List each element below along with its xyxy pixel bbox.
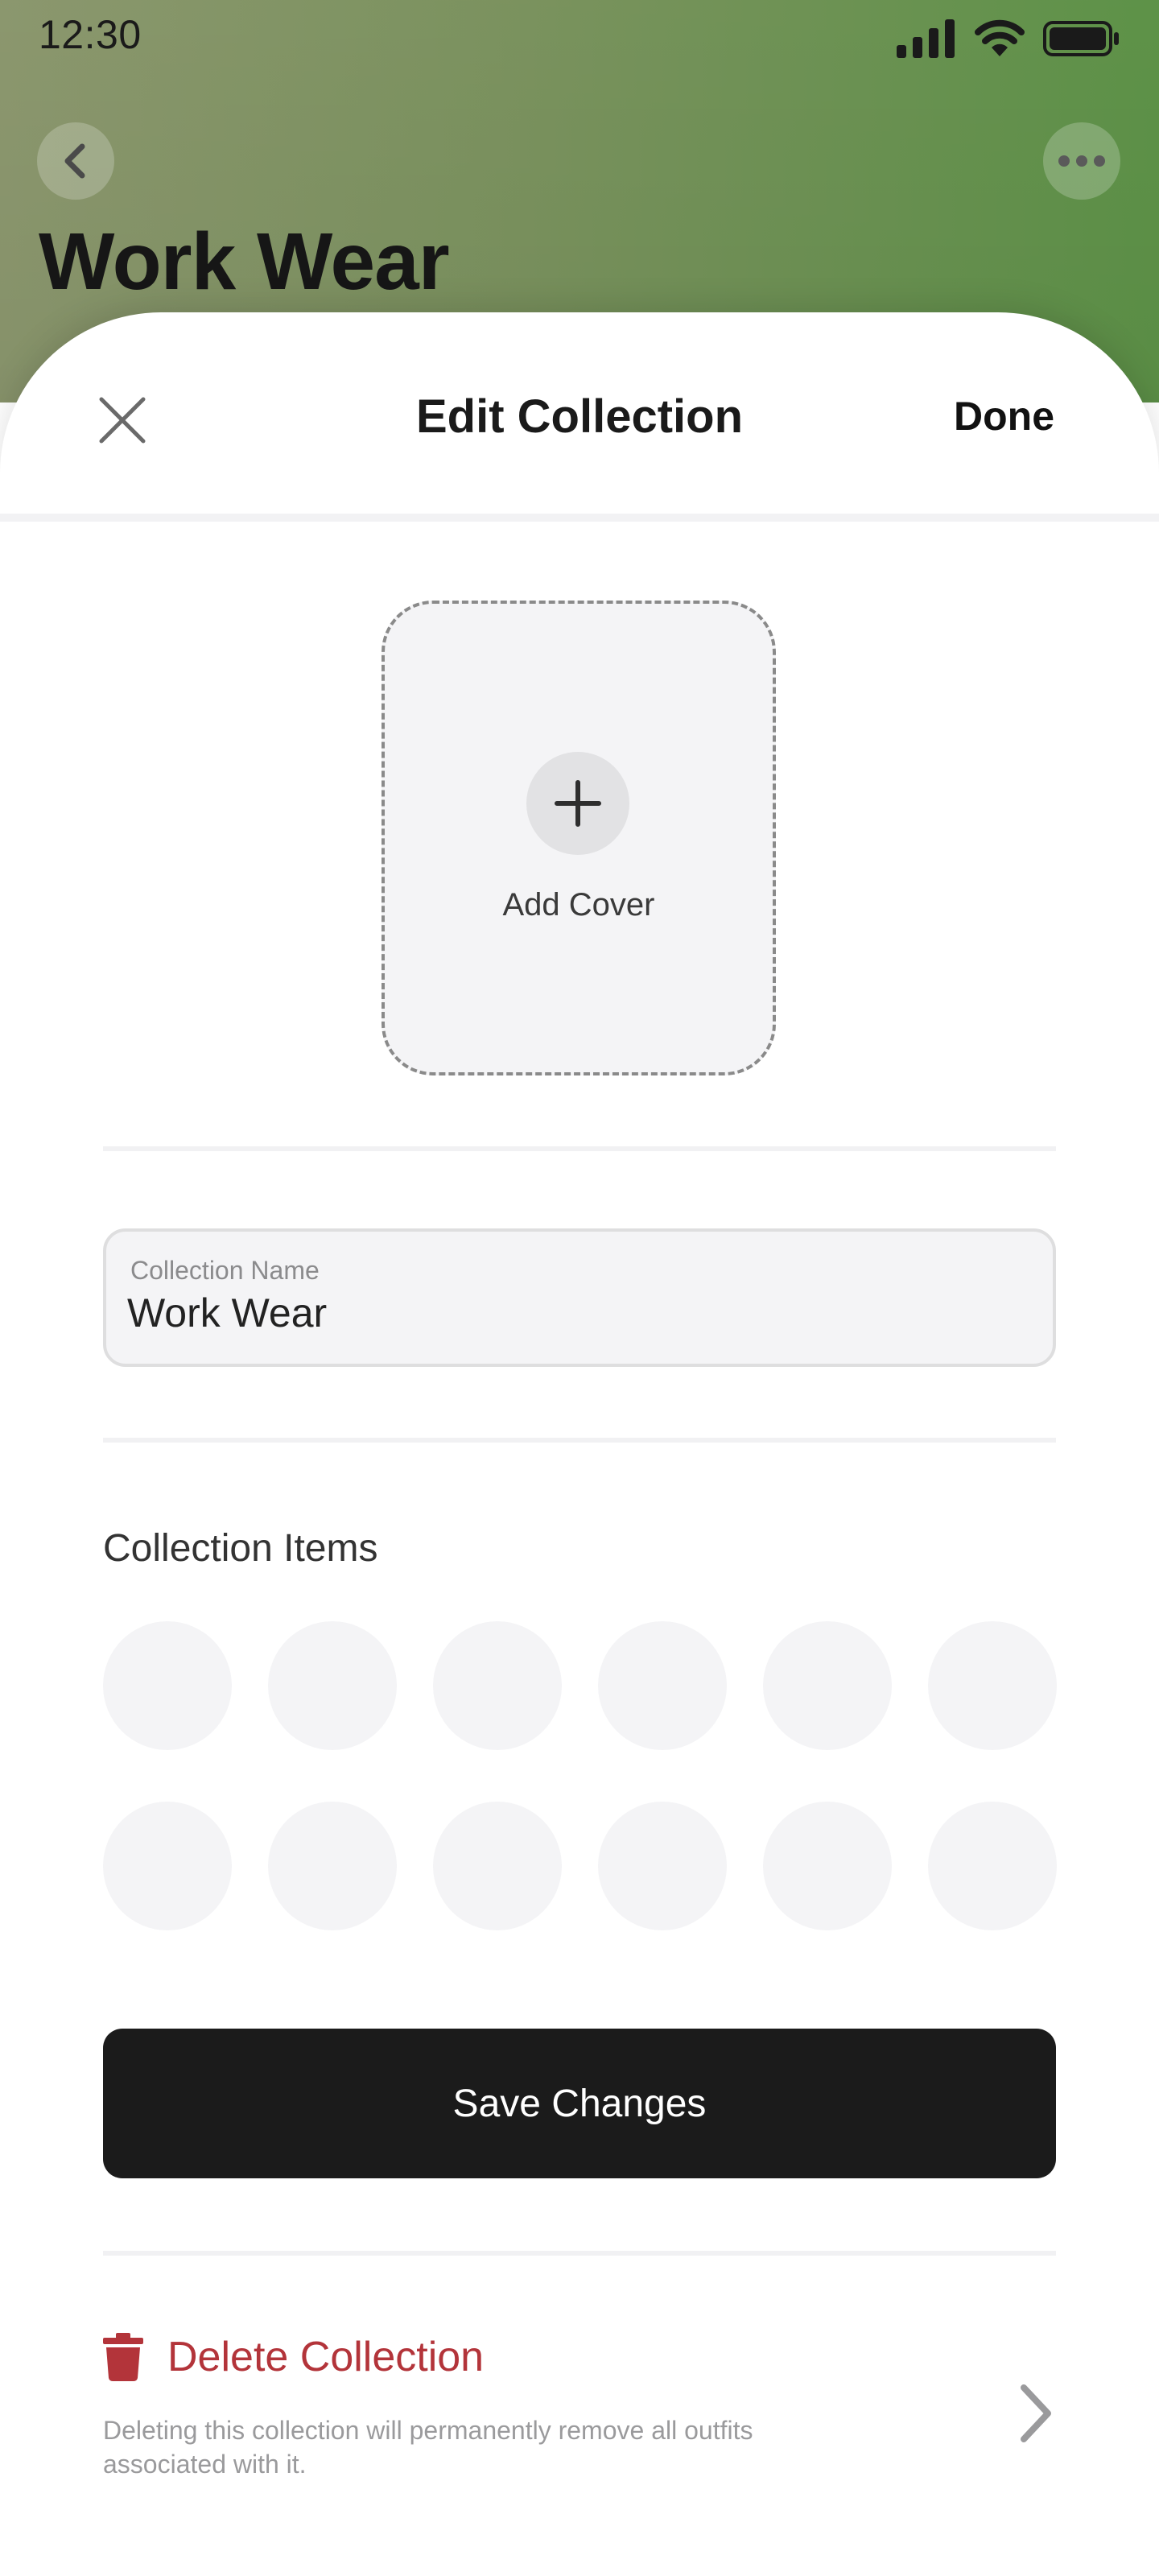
collection-item-slot[interactable] bbox=[763, 1621, 892, 1750]
collection-items-title: Collection Items bbox=[103, 1527, 378, 1570]
add-cover-label: Add Cover bbox=[502, 887, 655, 923]
collection-item-slot[interactable] bbox=[763, 1802, 892, 1930]
background-more-button[interactable] bbox=[1043, 122, 1120, 200]
collection-item-slot[interactable] bbox=[268, 1621, 397, 1750]
battery-icon bbox=[1043, 21, 1119, 56]
delete-collection-label: Delete Collection bbox=[167, 2334, 485, 2380]
sheet-header: Edit Collection Done bbox=[0, 312, 1159, 514]
collection-name-field[interactable]: Collection Name bbox=[103, 1228, 1056, 1367]
collection-item-slot[interactable] bbox=[103, 1621, 232, 1750]
background-page-title: Work Wear bbox=[39, 217, 450, 307]
collection-item-slot[interactable] bbox=[928, 1621, 1057, 1750]
done-button[interactable]: Done bbox=[954, 393, 1054, 440]
chevron-right-icon bbox=[1021, 2384, 1051, 2442]
add-cover-button[interactable]: Add Cover bbox=[382, 601, 776, 1075]
signal-icon bbox=[897, 19, 955, 58]
collection-items-grid bbox=[103, 1621, 1057, 1930]
status-bar: 12:30 bbox=[0, 0, 1159, 77]
section-divider bbox=[103, 1146, 1056, 1151]
collection-item-slot[interactable] bbox=[433, 1802, 562, 1930]
collection-item-slot[interactable] bbox=[103, 1802, 232, 1930]
background-back-button[interactable] bbox=[37, 122, 114, 200]
collection-name-input[interactable] bbox=[127, 1290, 1013, 1336]
plus-icon bbox=[526, 752, 629, 855]
section-divider bbox=[103, 2251, 1056, 2256]
section-divider bbox=[103, 1438, 1056, 1443]
status-icons bbox=[897, 18, 1120, 60]
header-divider bbox=[0, 514, 1159, 522]
collection-item-slot[interactable] bbox=[928, 1802, 1057, 1930]
delete-collection-row[interactable]: Delete Collection Deleting this collecti… bbox=[103, 2333, 1056, 2494]
collection-item-slot[interactable] bbox=[598, 1621, 727, 1750]
wifi-icon bbox=[975, 19, 1025, 56]
delete-description: Deleting this collection will permanentl… bbox=[103, 2416, 753, 2479]
collection-item-slot[interactable] bbox=[598, 1802, 727, 1930]
collection-item-slot[interactable] bbox=[268, 1802, 397, 1930]
more-horizontal-icon bbox=[1058, 155, 1105, 167]
chevron-left-icon bbox=[64, 143, 85, 179]
trash-icon bbox=[103, 2333, 143, 2381]
collection-item-slot[interactable] bbox=[433, 1621, 562, 1750]
edit-collection-sheet: Edit Collection Done Add Cover Collectio… bbox=[0, 312, 1159, 2576]
save-changes-button[interactable]: Save Changes bbox=[103, 2029, 1056, 2178]
collection-name-label: Collection Name bbox=[130, 1256, 320, 1285]
status-time: 12:30 bbox=[39, 12, 142, 57]
